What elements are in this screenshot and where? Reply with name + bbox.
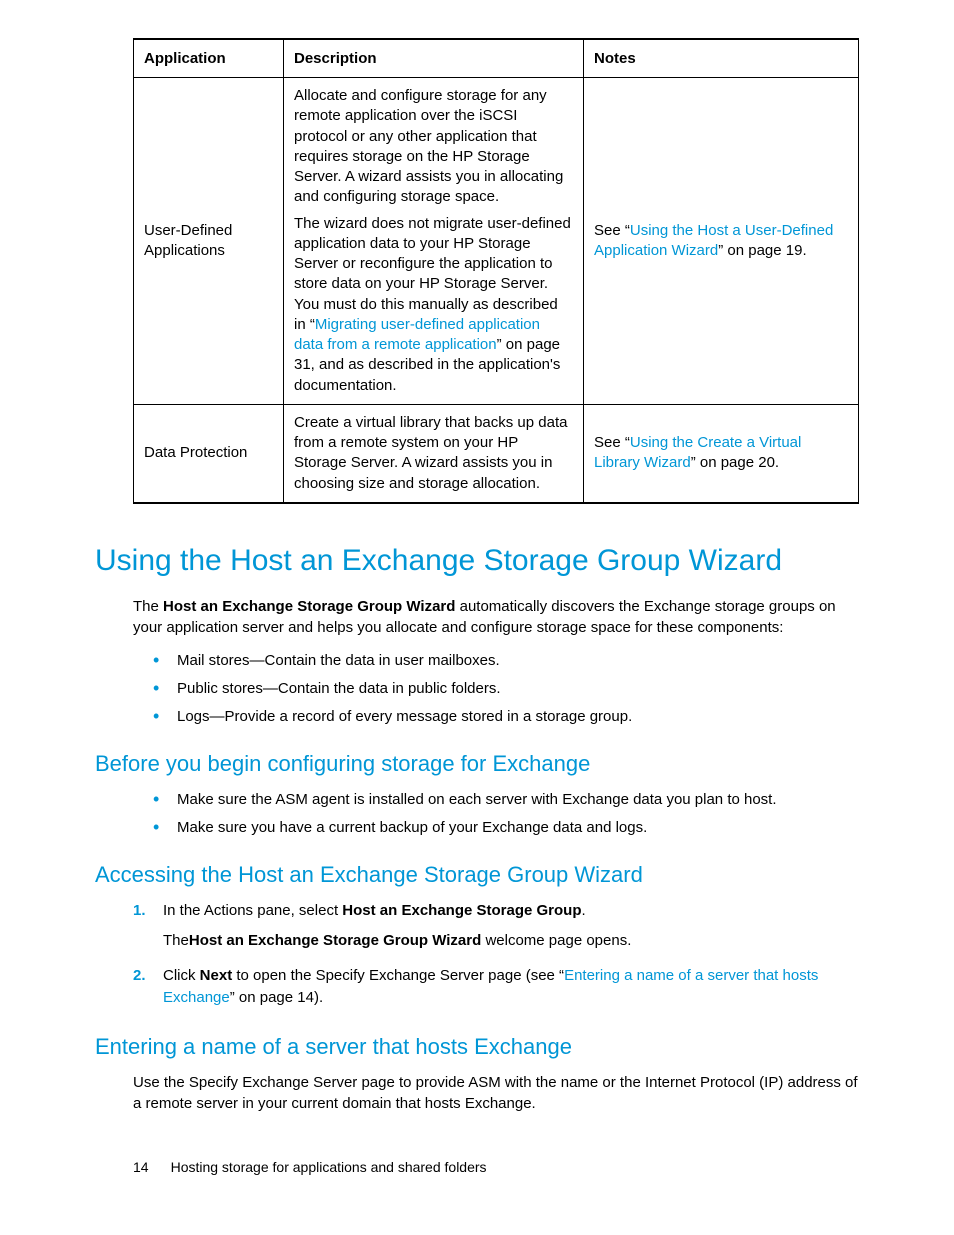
step-subline: TheHost an Exchange Storage Group Wizard…	[163, 930, 859, 953]
entering-server-paragraph: Use the Specify Exchange Server page to …	[133, 1072, 859, 1114]
list-item: Mail stores—Contain the data in user mai…	[153, 650, 859, 671]
list-item: Logs—Provide a record of every message s…	[153, 706, 859, 727]
list-item: Public stores—Contain the data in public…	[153, 678, 859, 699]
footer-title: Hosting storage for applications and sha…	[171, 1159, 487, 1175]
step-item: Click Next to open the Specify Exchange …	[133, 965, 859, 1010]
heading-entering-server-name: Entering a name of a server that hosts E…	[95, 1034, 859, 1060]
cell-desc: Create a virtual library that backs up d…	[284, 404, 584, 503]
heading-before-you-begin: Before you begin configuring storage for…	[95, 751, 859, 777]
access-steps: In the Actions pane, select Host an Exch…	[133, 900, 859, 1010]
cell-app: User-Defined Applications	[134, 78, 284, 405]
cell-notes: See “Using the Create a Virtual Library …	[584, 404, 859, 503]
before-begin-list: Make sure the ASM agent is installed on …	[153, 789, 859, 838]
cell-app: Data Protection	[134, 404, 284, 503]
bold-wizard-name: Host an Exchange Storage Group Wizard	[163, 598, 455, 615]
cell-desc: Allocate and configure storage for any r…	[284, 78, 584, 405]
bold-action-name: Host an Exchange Storage Group	[342, 902, 581, 919]
table-row: Data Protection Create a virtual library…	[134, 404, 859, 503]
header-notes: Notes	[584, 39, 859, 78]
desc-paragraph: Create a virtual library that backs up d…	[294, 413, 573, 494]
list-item: Make sure the ASM agent is installed on …	[153, 789, 859, 810]
bold-next: Next	[200, 967, 233, 984]
heading-using-host-exchange-wizard: Using the Host an Exchange Storage Group…	[95, 544, 859, 578]
cell-notes: See “Using the Host a User-Defined Appli…	[584, 78, 859, 405]
header-application: Application	[134, 39, 284, 78]
page-number: 14	[133, 1159, 149, 1175]
step-item: In the Actions pane, select Host an Exch…	[133, 900, 859, 953]
list-item: Make sure you have a current backup of y…	[153, 817, 859, 838]
page-footer: 14 Hosting storage for applications and s…	[133, 1159, 487, 1175]
intro-paragraph: The Host an Exchange Storage Group Wizar…	[133, 596, 859, 638]
application-table: Application Description Notes User-Defin…	[133, 38, 859, 504]
heading-accessing-wizard: Accessing the Host an Exchange Storage G…	[95, 862, 859, 888]
desc-paragraph: The wizard does not migrate user-defined…	[294, 214, 573, 396]
bold-wizard-name: Host an Exchange Storage Group Wizard	[189, 932, 481, 949]
components-list: Mail stores—Contain the data in user mai…	[153, 650, 859, 727]
desc-paragraph: Allocate and configure storage for any r…	[294, 86, 573, 208]
table-row: User-Defined Applications Allocate and c…	[134, 78, 859, 405]
header-description: Description	[284, 39, 584, 78]
